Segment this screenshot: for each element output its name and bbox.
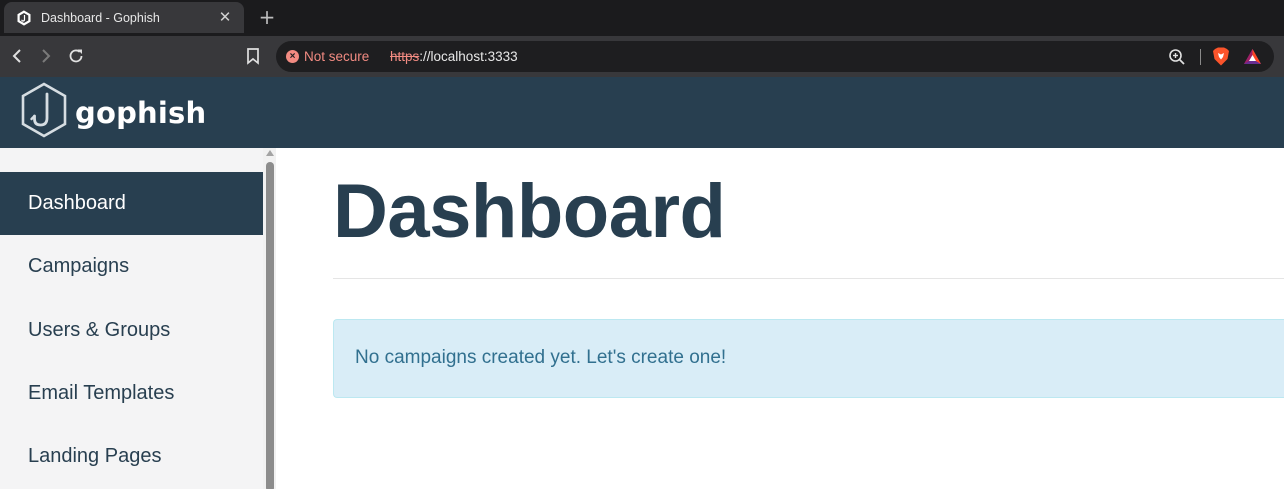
sidebar-item-users-groups[interactable]: Users & Groups bbox=[0, 299, 263, 362]
forward-icon[interactable] bbox=[35, 45, 57, 67]
sidebar-item-label: Dashboard bbox=[28, 192, 126, 214]
zoom-icon[interactable] bbox=[1168, 48, 1186, 66]
reload-icon[interactable] bbox=[65, 45, 87, 67]
sidebar-item-dashboard[interactable]: Dashboard bbox=[0, 172, 263, 235]
sidebar-item-landing-pages[interactable]: Landing Pages bbox=[0, 425, 263, 488]
sidebar-item-campaigns[interactable]: Campaigns bbox=[0, 235, 263, 298]
security-label[interactable]: Not secure bbox=[304, 49, 369, 64]
address-bar[interactable]: × Not secure https://localhost:3333 bbox=[276, 41, 1274, 72]
url-rest: ://localhost:3333 bbox=[419, 49, 518, 64]
scroll-up-arrow-icon[interactable] bbox=[266, 150, 274, 156]
brand-name: gophish bbox=[75, 95, 207, 130]
title-divider bbox=[333, 278, 1284, 279]
back-icon[interactable] bbox=[6, 45, 28, 67]
alert-message: No campaigns created yet. Let's create o… bbox=[355, 347, 727, 368]
sidebar-item-label: Email Templates bbox=[28, 382, 175, 404]
browser-tab[interactable]: Dashboard - Gophish ✕ bbox=[4, 2, 244, 33]
gophish-favicon-icon bbox=[15, 9, 32, 26]
not-secure-icon[interactable]: × bbox=[286, 50, 299, 63]
bookmark-icon[interactable] bbox=[242, 45, 264, 67]
app-navbar: gophish bbox=[0, 77, 1284, 148]
brave-shields-icon[interactable] bbox=[1212, 47, 1230, 66]
omnibox-divider bbox=[1200, 49, 1201, 65]
close-tab-icon[interactable]: ✕ bbox=[216, 9, 234, 27]
tab-title: Dashboard - Gophish bbox=[41, 10, 160, 25]
sidebar-item-label: Users & Groups bbox=[28, 319, 171, 341]
browser-toolbar: × Not secure https://localhost:3333 bbox=[0, 36, 1284, 77]
sidebar-item-label: Campaigns bbox=[28, 255, 130, 277]
brand-logo[interactable]: gophish bbox=[20, 82, 206, 143]
new-tab-button[interactable]: + bbox=[256, 6, 278, 28]
url-text[interactable]: https://localhost:3333 bbox=[390, 49, 518, 64]
brave-rewards-icon[interactable] bbox=[1243, 48, 1262, 65]
scrollbar-thumb[interactable] bbox=[266, 162, 274, 489]
page-title: Dashboard bbox=[333, 169, 726, 254]
browser-tab-strip: Dashboard - Gophish ✕ + bbox=[0, 0, 1284, 36]
gophish-logo-icon bbox=[20, 82, 68, 143]
info-alert: No campaigns created yet. Let's create o… bbox=[333, 319, 1284, 398]
sidebar-item-email-templates[interactable]: Email Templates bbox=[0, 362, 263, 425]
url-scheme: https bbox=[390, 49, 420, 64]
sidebar-scrollbar[interactable] bbox=[263, 148, 276, 489]
sidebar-item-label: Landing Pages bbox=[28, 445, 162, 467]
sidebar: Dashboard Campaigns Users & Groups Email… bbox=[0, 148, 263, 489]
